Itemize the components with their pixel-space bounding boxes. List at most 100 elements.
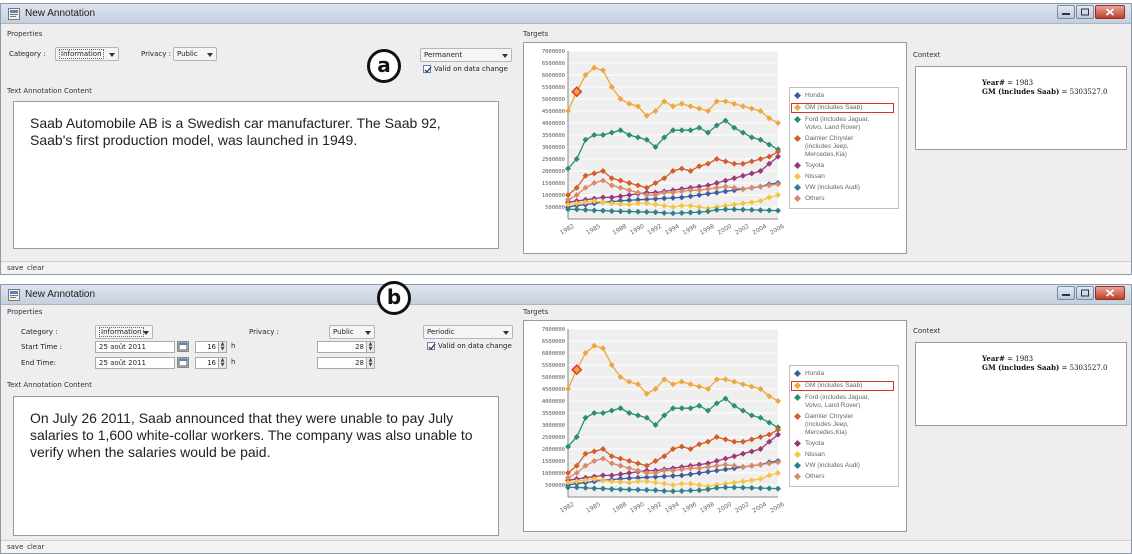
x-tick-label: 1992 (646, 223, 663, 237)
legend-item[interactable]: Honda (794, 370, 894, 378)
x-tick-label: 2006 (769, 501, 786, 515)
title-bar[interactable]: New Annotation (1, 4, 1131, 24)
start-date-field[interactable]: 25 août 2011 (95, 341, 175, 353)
check-icon (428, 343, 436, 351)
spinner-arrows-icon[interactable]: ▲ ▼ (366, 358, 374, 368)
spinner-arrows-icon[interactable]: ▲ ▼ (366, 342, 374, 352)
minimize-icon (1062, 294, 1070, 296)
y-tick-label: 6500000 (542, 339, 565, 345)
x-tick-label: 2000 (716, 223, 733, 237)
check-icon (424, 66, 432, 74)
legend-item[interactable]: GM (includes Saab) (791, 103, 894, 113)
targets-chart[interactable]: 500000 1000000 1500000 2000000 2500000 300000… (523, 42, 907, 254)
legend-item[interactable]: Toyota (794, 162, 894, 170)
chart-legend: Honda GM (includes Saab) Ford (includes Ja… (789, 87, 899, 209)
save-button[interactable]: save (7, 264, 23, 272)
y-tick-label: 2000000 (542, 169, 565, 175)
maximize-button[interactable] (1076, 286, 1094, 300)
legend-label: Daimler Chrysler (includes Jeep, Mercede… (805, 413, 854, 436)
title-bar[interactable]: New Annotation (1, 285, 1131, 305)
targets-chart[interactable]: 500000 1000000 1500000 2000000 2500000 300000… (523, 320, 907, 532)
privacy-select[interactable]: Public (329, 325, 375, 339)
annotation-textarea[interactable]: On July 26 2011, Saab announced that the… (13, 396, 499, 536)
context-year-value: = 1983 (1004, 355, 1034, 363)
legend-item[interactable]: Nissan (794, 451, 894, 459)
duration-select[interactable]: Periodic (423, 325, 513, 339)
category-select[interactable]: Information (55, 47, 119, 61)
y-tick-label: 1500000 (542, 181, 565, 187)
duration-select[interactable]: Permanent (420, 48, 512, 62)
annotation-textarea[interactable]: Saab Automobile AB is a Swedish car manu… (13, 101, 499, 249)
end-date-field[interactable]: 25 août 2011 (95, 357, 175, 369)
legend-item[interactable]: Nissan (794, 173, 894, 181)
spinner-arrows-icon[interactable]: ▲ ▼ (218, 358, 226, 368)
context-gm-key: GM (includes Saab) (982, 363, 1060, 372)
x-tick-label: 2000 (716, 501, 733, 515)
legend-item[interactable]: Ford (includes Jaguar, Volvo, Land Rover… (794, 394, 894, 410)
legend-marker-icon (794, 370, 801, 377)
legend-item[interactable]: GM (includes Saab) (791, 381, 894, 391)
context-label: Context (913, 51, 941, 59)
close-button[interactable] (1095, 286, 1125, 300)
legend-marker-icon (794, 135, 801, 142)
privacy-select[interactable]: Public (173, 47, 217, 61)
close-button[interactable] (1095, 5, 1125, 19)
x-tick-label: 1985 (585, 501, 602, 515)
y-tick-label: 3500000 (542, 133, 565, 139)
legend-item[interactable]: Daimler Chrysler (includes Jeep, Mercede… (794, 135, 894, 159)
properties-label: Properties (7, 308, 43, 316)
y-tick-label: 500000 (545, 483, 565, 489)
valid-on-data-change-checkbox[interactable]: Valid on data change (423, 65, 508, 74)
callout-a: a (367, 49, 401, 83)
legend-marker-icon (794, 382, 801, 389)
spinner-arrows-icon[interactable]: ▲ ▼ (218, 342, 226, 352)
save-button[interactable]: save (7, 543, 23, 551)
chevron-down-icon (207, 53, 213, 57)
y-tick-label: 6000000 (542, 351, 565, 357)
start-hour-spinner[interactable]: 16 ▲ ▼ (195, 341, 227, 353)
category-value: Information (99, 327, 144, 337)
calendar-icon (178, 342, 188, 351)
y-tick-label: 2000000 (542, 447, 565, 453)
valid-on-data-change-label: Valid on data change (434, 65, 508, 73)
legend-label: VW (includes Audi) (805, 462, 860, 469)
end-hour-spinner[interactable]: 16 ▲ ▼ (195, 357, 227, 369)
legend-label: Nissan (805, 173, 825, 180)
legend-label: Honda (805, 92, 825, 99)
legend-item[interactable]: Daimler Chrysler (includes Jeep, Mercede… (794, 413, 894, 437)
x-tick-label: 1988 (611, 501, 628, 515)
minimize-button[interactable] (1057, 286, 1075, 300)
privacy-value: Public (177, 50, 198, 58)
valid-on-data-change-checkbox[interactable]: Valid on data change (427, 342, 512, 351)
legend-item[interactable]: Ford (includes Jaguar, Volvo, Land Rover… (794, 116, 894, 132)
legend-item[interactable]: VW (includes Audi) (794, 462, 894, 470)
end-minute-spinner[interactable]: 28 ▲ ▼ (317, 357, 375, 369)
legend-item[interactable]: VW (includes Audi) (794, 184, 894, 192)
clear-button[interactable]: clear (27, 264, 44, 272)
context-year-key: Year# (982, 354, 1005, 363)
legend-item[interactable]: Others (794, 195, 894, 203)
legend-label: Daimler Chrysler (includes Jeep, Mercede… (805, 135, 854, 158)
footer-bar: save clear (1, 261, 1131, 274)
end-date-calendar-button[interactable] (177, 357, 189, 368)
minimize-button[interactable] (1057, 5, 1075, 19)
end-minute-value: 28 (355, 359, 364, 367)
close-icon (1105, 289, 1115, 297)
legend-item[interactable]: Toyota (794, 440, 894, 448)
clear-button[interactable]: clear (27, 543, 44, 551)
start-minute-spinner[interactable]: 28 ▲ ▼ (317, 341, 375, 353)
context-gm-value: = 5303527.0 (1059, 88, 1108, 96)
chevron-down-icon (109, 53, 115, 57)
app-icon (8, 8, 20, 20)
legend-marker-icon (794, 462, 801, 469)
legend-item[interactable]: Others (794, 473, 894, 481)
legend-label: Others (805, 195, 825, 202)
start-date-calendar-button[interactable] (177, 341, 189, 352)
maximize-button[interactable] (1076, 5, 1094, 19)
legend-item[interactable]: Honda (794, 92, 894, 100)
text-content-label: Text Annotation Content (7, 381, 92, 389)
category-select[interactable]: Information (95, 325, 153, 339)
start-hour-value: 16 (207, 343, 216, 351)
text-content-label: Text Annotation Content (7, 87, 92, 95)
legend-marker-icon (794, 92, 801, 99)
